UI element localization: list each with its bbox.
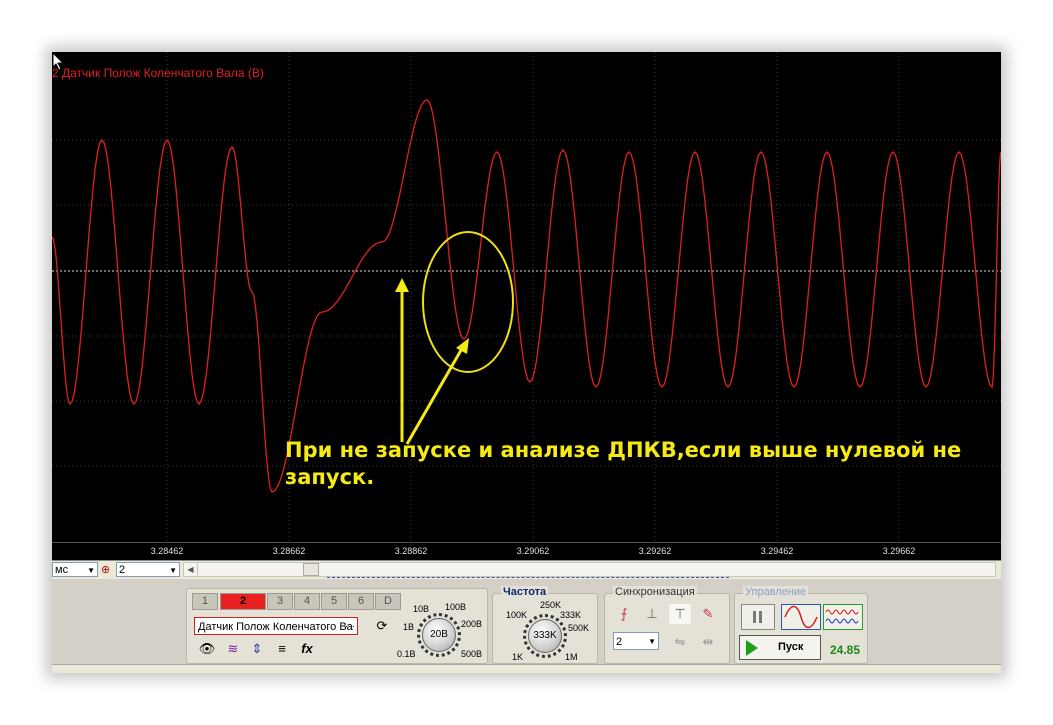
range-label: 0.1В xyxy=(397,649,416,659)
oscilloscope-display: 2 Датчик Полож Коленчатого Вала (В) При … xyxy=(52,52,1001,542)
sync-panel: Синхронизация ⨍ ⊥ ⊤ ✎ 2 ▼ ⇋ ⇹ xyxy=(604,586,730,664)
channel-select[interactable]: 2 ▼ xyxy=(116,562,180,577)
value-readout: 24.85 xyxy=(830,643,861,657)
rising-edge-icon[interactable]: ⨍ xyxy=(613,604,635,624)
time-tick: 3.28662 xyxy=(272,546,306,556)
range-label: 1В xyxy=(403,622,415,632)
dropdown-arrow-icon: ▼ xyxy=(648,637,656,646)
eye-icon[interactable]: 👁 xyxy=(197,639,217,659)
range-label: 10В xyxy=(413,604,430,614)
frequency-label: 100K xyxy=(506,610,528,620)
annotation-line-2: запуск. xyxy=(285,465,375,489)
time-tick: 3.29262 xyxy=(638,546,672,556)
dropdown-arrow-icon: ▼ xyxy=(87,566,95,575)
sensor-select[interactable]: Датчик Полож Коленчатого Ва ··· xyxy=(194,617,358,635)
status-strip xyxy=(52,664,1001,673)
time-axis: 3.28462 3.28662 3.28862 3.29062 3.29262 … xyxy=(52,542,1001,561)
tab-channel-5[interactable]: 5 xyxy=(321,593,347,610)
time-unit-select[interactable]: мс ▼ xyxy=(52,562,98,577)
time-tick: 3.28462 xyxy=(150,546,184,556)
pause-icon xyxy=(753,611,756,623)
time-unit-value: мс xyxy=(55,564,69,576)
sensor-select-value: Датчик Полож Коленчатого Ва xyxy=(198,621,353,633)
frequency-label: 250K xyxy=(540,600,562,610)
time-tick: 3.28862 xyxy=(394,546,428,556)
app-window: 2 Датчик Полож Коленчатого Вала (В) При … xyxy=(52,52,1001,673)
lines-icon[interactable]: ≡ xyxy=(272,639,292,659)
frequency-knob[interactable]: 333K xyxy=(528,619,562,653)
tab-channel-2[interactable]: 2 xyxy=(220,593,266,610)
multi-wave-icon xyxy=(825,609,859,624)
time-tick: 3.29062 xyxy=(516,546,550,556)
annotation-arrowhead-up xyxy=(395,278,409,292)
scroll-left-icon[interactable]: ◀ xyxy=(184,563,198,576)
control-title: Управление xyxy=(743,586,809,598)
control-panel: Управление Пуск 24.85 xyxy=(734,586,868,664)
channel-panel: 1 2 3 4 5 6 D Датчик Полож Коленчатого В… xyxy=(186,588,488,664)
frequency-title: Частота xyxy=(501,586,549,598)
start-button-label: Пуск xyxy=(778,641,804,653)
frequency-panel: Частота 250K 100K 333K 500K 1K 1M 333K xyxy=(492,586,598,664)
range-label: 100В xyxy=(445,602,467,612)
auto-trigger-icon[interactable]: ✎ xyxy=(697,604,719,624)
time-tick: 3.29462 xyxy=(760,546,794,556)
tab-channel-3[interactable]: 3 xyxy=(267,593,293,610)
signal-trace xyxy=(52,99,1001,493)
arrows-in-icon[interactable]: ⇋ xyxy=(669,632,691,652)
refresh-icon[interactable]: ⟳ xyxy=(372,616,392,636)
function-icon[interactable]: fx xyxy=(297,639,317,659)
mouse-cursor-icon xyxy=(52,52,65,71)
target-icon[interactable]: ⊕ xyxy=(101,563,110,576)
frequency-label: 500K xyxy=(568,623,590,633)
play-icon xyxy=(746,640,758,656)
range-label: 200В xyxy=(461,619,483,629)
highlight-circle xyxy=(422,231,514,373)
start-button[interactable]: Пуск xyxy=(739,635,821,660)
pause-button[interactable] xyxy=(741,604,775,630)
multi-wave-button[interactable] xyxy=(823,604,863,630)
range-knob[interactable]: 20В xyxy=(422,618,456,652)
more-icon[interactable]: ··· xyxy=(345,618,355,634)
trigger-down-icon[interactable]: ⊤ xyxy=(669,604,691,624)
time-tick: 3.29662 xyxy=(882,546,916,556)
annotation-line-1: При не запуске и анализе ДПКВ,если выше … xyxy=(285,438,962,462)
scroll-thumb[interactable] xyxy=(303,563,319,576)
sync-title: Синхронизация xyxy=(613,586,697,598)
tab-channel-d[interactable]: D xyxy=(375,593,401,610)
scroll-position-indicator xyxy=(327,577,729,582)
dropdown-arrow-icon: ▼ xyxy=(169,566,177,575)
waveform-icon[interactable]: ≋ xyxy=(223,639,243,659)
tab-channel-6[interactable]: 6 xyxy=(348,593,374,610)
annotation-arrow-diag xyxy=(405,344,466,445)
trigger-up-icon[interactable]: ⊥ xyxy=(641,604,663,624)
arrows-collapse-icon[interactable]: ⇹ xyxy=(697,632,719,652)
frequency-label: 1M xyxy=(565,652,578,662)
sine-mode-button[interactable] xyxy=(781,604,821,630)
channel-title: 2 Датчик Полож Коленчатого Вала (В) xyxy=(52,66,264,80)
annotation-text: При не запуске и анализе ДПКВ,если выше … xyxy=(285,437,961,491)
frequency-label: 333K xyxy=(560,610,582,620)
tab-channel-1[interactable]: 1 xyxy=(192,593,218,610)
sync-channel-select[interactable]: 2 ▼ xyxy=(613,632,659,650)
sine-wave-icon xyxy=(784,605,818,629)
frequency-label: 1K xyxy=(512,652,524,662)
annotation-arrowhead-diag xyxy=(456,338,469,354)
up-down-arrows-icon[interactable]: ⇕ xyxy=(247,639,267,659)
sync-channel-value: 2 xyxy=(616,636,623,648)
channel-select-value: 2 xyxy=(119,564,126,576)
tab-channel-4[interactable]: 4 xyxy=(294,593,320,610)
range-label: 500В xyxy=(461,649,483,659)
horizontal-scrollbar[interactable]: ◀ xyxy=(183,562,996,577)
